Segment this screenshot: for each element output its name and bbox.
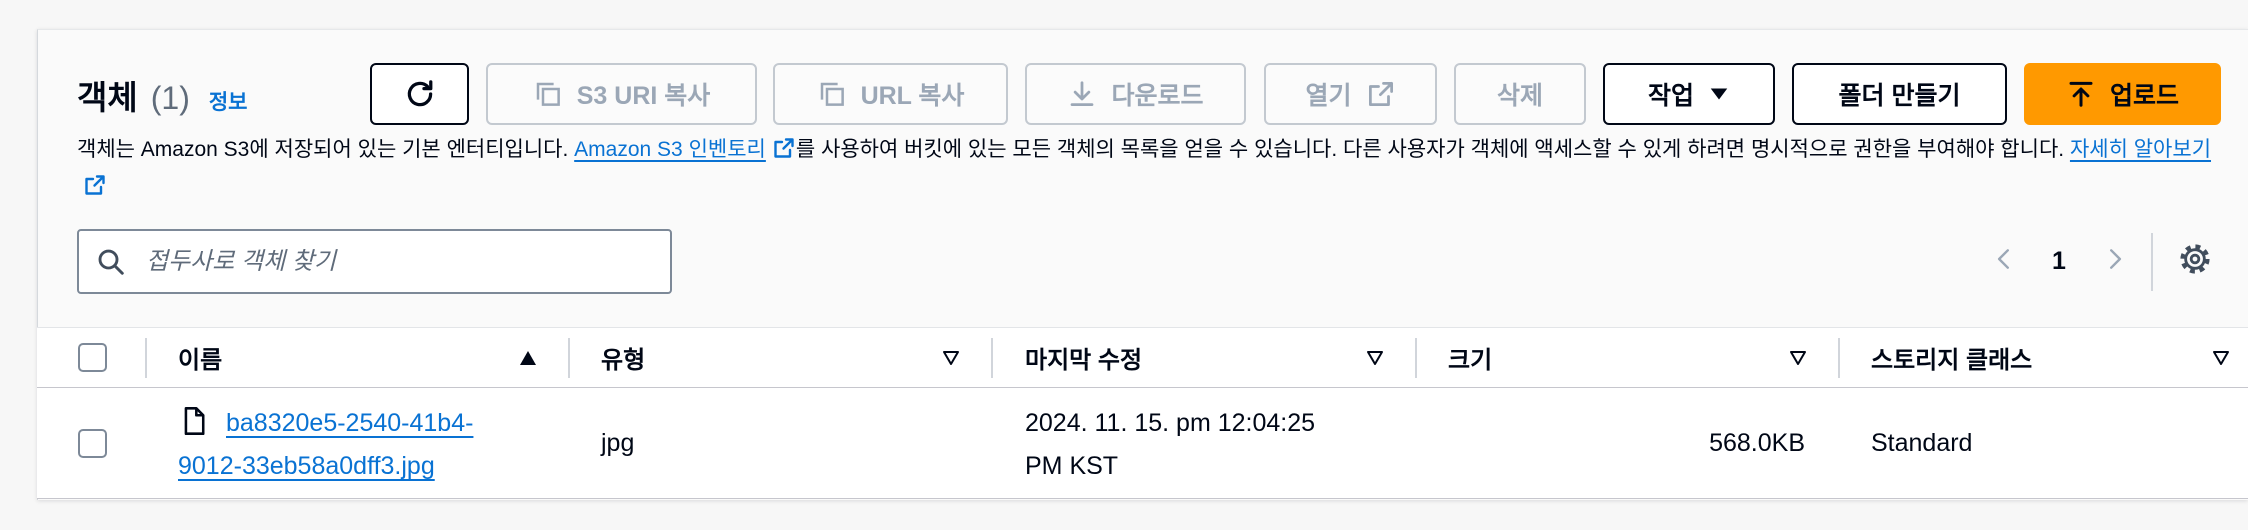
- column-divider: [145, 338, 147, 378]
- external-link-icon: [1366, 79, 1396, 109]
- pagination-divider: [2151, 233, 2153, 291]
- description-text-1: 객체는 Amazon S3에 저장되어 있는 기본 엔터티입니다.: [77, 138, 575, 161]
- object-name-cell: ba8320e5-2540-41b4- 9012-33eb58a0dff3.jpg: [178, 402, 530, 488]
- open-label: 열기: [1305, 82, 1352, 110]
- external-link-icon: [772, 136, 796, 170]
- object-size-cell: 568.0KB: [1709, 428, 1805, 457]
- download-button[interactable]: 다운로드: [1025, 63, 1246, 125]
- sort-descending-icon: [1790, 350, 1806, 365]
- column-divider[interactable]: [991, 338, 993, 378]
- actions-dropdown-button[interactable]: 작업: [1603, 63, 1775, 125]
- download-icon: [1067, 79, 1097, 109]
- copy-s3-uri-label: S3 URI 복사: [576, 82, 711, 110]
- column-header-last-modified[interactable]: 마지막 수정: [1025, 328, 1415, 387]
- object-name-line: ba8320e5-2540-41b4-: [226, 409, 474, 437]
- create-folder-label: 폴더 만들기: [1838, 82, 1961, 110]
- upload-label: 업로드: [2109, 82, 2179, 110]
- chevron-left-icon: [1991, 246, 2017, 277]
- copy-url-button[interactable]: URL 복사: [773, 63, 1008, 125]
- upload-button[interactable]: 업로드: [2024, 63, 2221, 125]
- search-box: [77, 229, 672, 294]
- row-select-checkbox[interactable]: [78, 429, 107, 458]
- inventory-link-label: Amazon S3 인벤토리: [574, 138, 766, 161]
- sort-descending-icon: [943, 350, 959, 365]
- object-name-line: 9012-33eb58a0dff3.jpg: [178, 452, 435, 480]
- copy-s3-uri-button[interactable]: S3 URI 복사: [486, 63, 757, 125]
- learn-more-label: 자세히 알아보기: [2069, 138, 2212, 161]
- search-icon: [96, 247, 126, 277]
- download-label: 다운로드: [1111, 82, 1204, 110]
- copy-icon: [533, 79, 563, 109]
- caret-down-icon: [1708, 83, 1730, 105]
- column-divider[interactable]: [1415, 338, 1417, 378]
- description-text-2: 를 사용하여 버킷에 있는 모든 객체의 목록을 얻을 수 있습니다. 다른 사…: [795, 138, 2070, 161]
- sort-descending-icon: [2213, 350, 2229, 365]
- actions-label: 작업: [1647, 82, 1694, 110]
- column-header-label: 크기: [1448, 347, 1493, 374]
- preferences-button[interactable]: [2176, 242, 2214, 280]
- info-link[interactable]: 정보: [209, 86, 248, 116]
- table-row[interactable]: ba8320e5-2540-41b4- 9012-33eb58a0dff3.jpg…: [37, 388, 2248, 499]
- copy-url-label: URL 복사: [860, 82, 965, 110]
- upload-icon: [2066, 79, 2096, 109]
- current-page-number[interactable]: 1: [2044, 243, 2074, 279]
- column-divider[interactable]: [1838, 338, 1840, 378]
- column-header-type[interactable]: 유형: [601, 328, 991, 387]
- column-header-storage-class[interactable]: 스토리지 클래스: [1871, 328, 2248, 387]
- page-title: 객체: [77, 79, 138, 116]
- file-icon: [180, 406, 208, 436]
- create-folder-button[interactable]: 폴더 만들기: [1792, 63, 2007, 125]
- previous-page-button[interactable]: [1986, 243, 2022, 279]
- gear-icon: [2178, 242, 2212, 281]
- column-header-label: 스토리지 클래스: [1871, 347, 2033, 374]
- last-modified-cell: 2024. 11. 15. pm 12:04:25 PM KST: [1025, 409, 1316, 480]
- inventory-link[interactable]: Amazon S3 인벤토리: [574, 138, 796, 161]
- search-input[interactable]: [146, 231, 666, 292]
- refresh-icon: [403, 77, 437, 111]
- next-page-button[interactable]: [2097, 243, 2133, 279]
- section-description: 객체는 Amazon S3에 저장되어 있는 기본 엔터티입니다. Amazon…: [77, 133, 2212, 199]
- object-count: (1): [150, 80, 190, 116]
- column-header-name[interactable]: 이름: [178, 328, 568, 387]
- object-name-link[interactable]: ba8320e5-2540-41b4- 9012-33eb58a0dff3.jpg: [178, 409, 473, 480]
- column-divider[interactable]: [568, 338, 570, 378]
- column-header-label: 마지막 수정: [1025, 347, 1143, 374]
- object-type-cell: jpg: [601, 428, 635, 457]
- copy-icon: [817, 79, 847, 109]
- delete-label: 삭제: [1496, 82, 1543, 110]
- table-header-row: 이름 유형 마지막 수정 크기 스토리지 클래스: [37, 327, 2248, 388]
- section-header: 객체 (1) 정보: [77, 71, 248, 116]
- external-link-icon: [83, 173, 107, 199]
- delete-button[interactable]: 삭제: [1454, 63, 1586, 125]
- sort-descending-icon: [1367, 350, 1383, 365]
- select-all-checkbox[interactable]: [78, 343, 107, 372]
- column-header-label: 이름: [178, 347, 223, 374]
- sort-ascending-icon: [520, 350, 536, 365]
- refresh-button[interactable]: [370, 63, 469, 125]
- storage-class-cell: Standard: [1871, 428, 1973, 457]
- chevron-right-icon: [2102, 246, 2128, 277]
- column-header-label: 유형: [601, 347, 646, 374]
- column-header-size[interactable]: 크기: [1448, 328, 1838, 387]
- objects-panel: 객체 (1) 정보 S3 URI 복사 URL 복사 다운로드 열기 삭제 작업…: [0, 0, 2248, 530]
- open-button[interactable]: 열기: [1264, 63, 1437, 125]
